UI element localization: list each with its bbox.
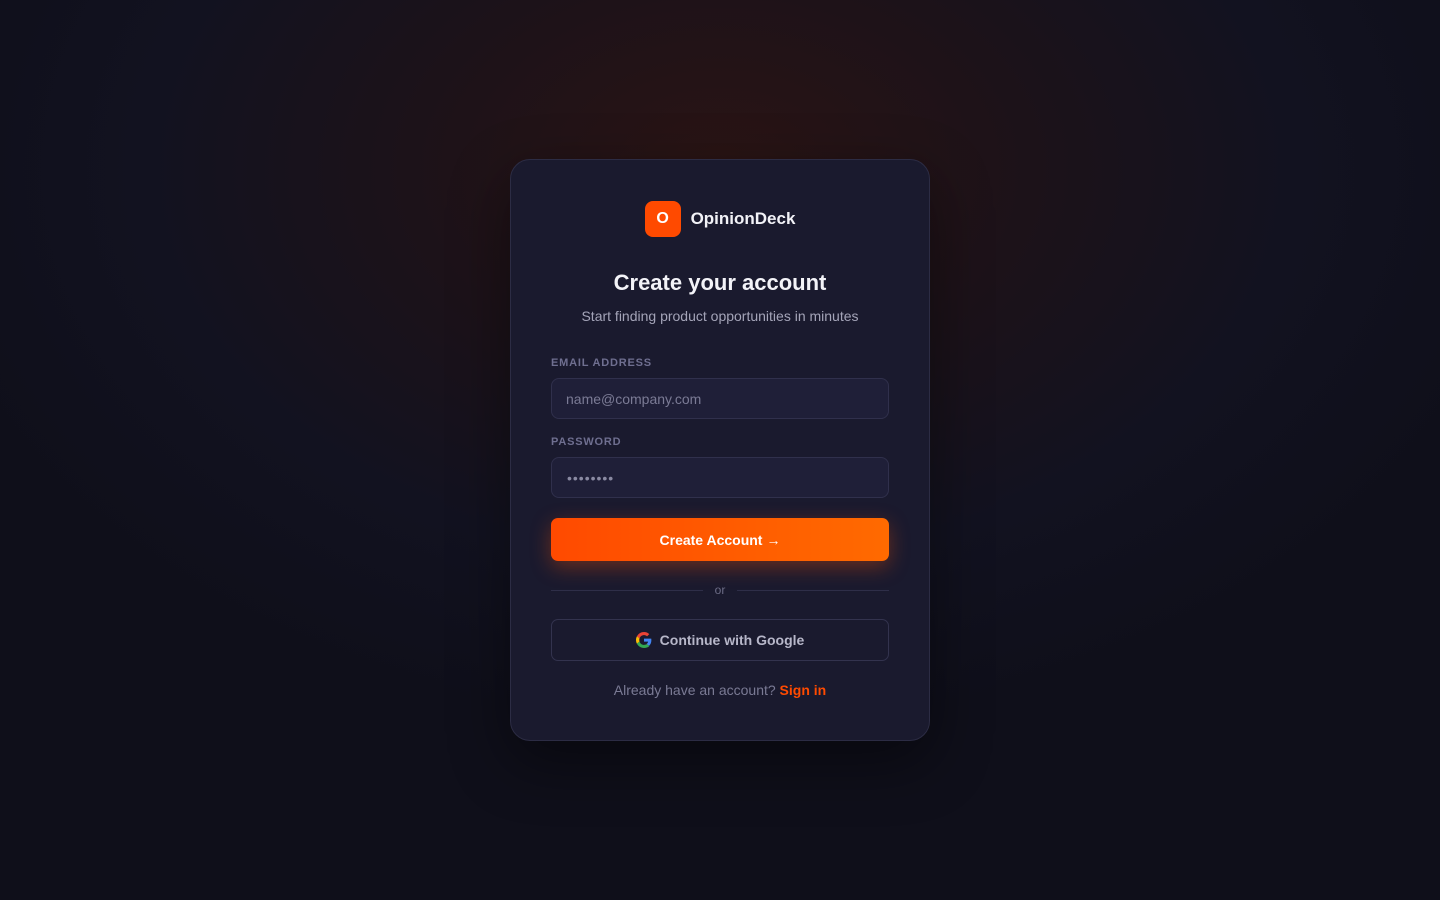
signin-prompt-text: Already have an account?	[613, 682, 776, 698]
divider-line-right	[737, 589, 890, 591]
divider-line-left	[551, 589, 703, 591]
brand: O OpinionDeck	[511, 201, 929, 237]
brand-logo: O	[644, 201, 681, 237]
password-label: PASSWORD	[551, 436, 622, 448]
signup-card: O OpinionDeck Create your account Start …	[510, 159, 930, 741]
email-input[interactable]	[551, 378, 889, 419]
page-subtitle: Start finding product opportunities in m…	[581, 308, 859, 324]
google-icon	[635, 632, 652, 648]
or-divider: or	[551, 581, 890, 599]
page-title: Create your account	[613, 270, 827, 295]
brand-name: OpinionDeck	[690, 209, 796, 228]
divider-label: or	[714, 583, 726, 597]
create-account-button[interactable]: Create Account →	[551, 518, 889, 561]
google-button-label: Continue with Google	[659, 632, 805, 648]
create-account-label: Create Account	[659, 531, 763, 548]
password-value: ••••••••	[567, 470, 615, 486]
arrow-right-icon: →	[766, 531, 781, 548]
email-label: EMAIL ADDRESS	[551, 357, 652, 369]
signin-prompt: Already have an account? Sign in	[511, 682, 929, 698]
google-signin-button[interactable]: Continue with Google	[551, 619, 889, 661]
signin-link[interactable]: Sign in	[780, 682, 827, 698]
